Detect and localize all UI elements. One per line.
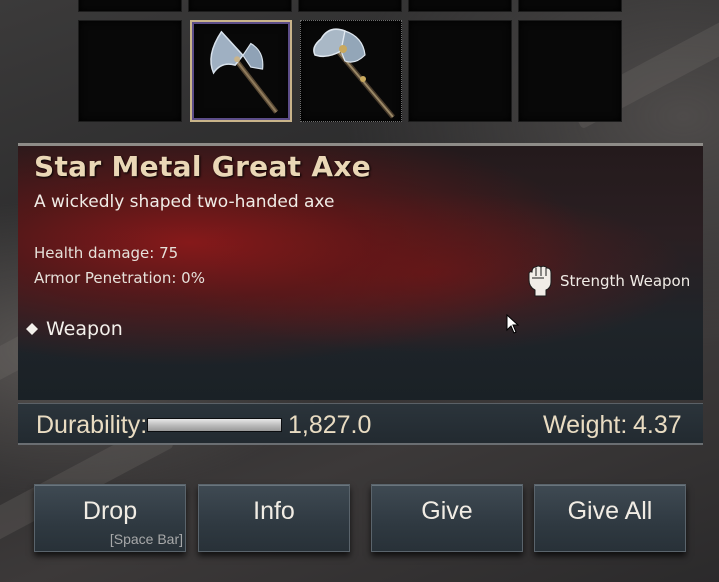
give-button-label: Give [421,497,473,525]
inventory-slot[interactable] [408,20,512,122]
durability-weight-bar: Durability: 1,827.0 Weight: 4.37 [18,403,703,445]
inventory-slot-great-axe[interactable] [190,20,292,122]
inventory-slot[interactable] [518,20,622,122]
durability-label: Durability: [36,411,148,439]
stat-armor-penetration: Armor Penetration: 0% [34,269,205,287]
info-button[interactable]: Info [198,484,350,552]
info-button-label: Info [253,497,295,525]
give-button[interactable]: Give [371,484,523,552]
weight-label: Weight: [543,411,628,439]
inventory-slot-double-axe[interactable] [300,20,402,122]
inventory-slot[interactable] [408,0,512,12]
inventory-slot[interactable] [518,0,622,12]
give-all-button[interactable]: Give All [534,484,686,552]
item-tag-weapon: Weapon [26,318,123,340]
durability-meter [147,418,282,432]
item-description: A wickedly shaped two-handed axe [34,192,335,212]
durability-value: 1,827.0 [288,411,372,439]
inventory-slot[interactable] [78,20,182,122]
drop-hotkey-hint: [Space Bar] [109,531,183,547]
drop-button[interactable]: Drop [Space Bar] [34,484,186,552]
item-tag-label: Weapon [46,318,123,340]
inventory-slot[interactable] [298,0,402,12]
inventory-slot[interactable] [188,0,292,12]
perk-label: Strength Weapon [560,272,691,290]
perk-strength-weapon: Strength Weapon [526,264,690,298]
great-axe-icon [210,30,279,114]
stat-health-damage: Health damage: 75 [34,244,179,262]
give-all-button-label: Give All [567,497,653,525]
fist-icon [528,265,552,297]
weight-value: 4.37 [633,411,682,439]
item-title: Star Metal Great Axe [34,150,372,183]
diamond-bullet-icon [26,323,38,335]
inventory-slot[interactable] [78,0,182,12]
drop-button-label: Drop [82,497,138,525]
item-tooltip-panel: Star Metal Great Axe A wickedly shaped t… [18,143,703,400]
mouse-cursor-icon [506,314,520,334]
double-axe-icon [313,28,395,119]
durability-meter-fill [148,419,281,431]
